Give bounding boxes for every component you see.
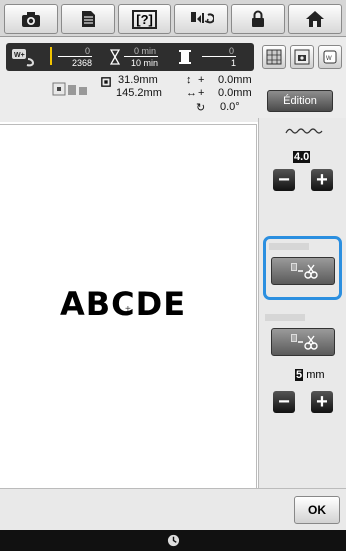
frame-select-button[interactable]: W: [318, 45, 342, 69]
horizontal-arrow-icon: ↔: [186, 87, 197, 99]
status-bar: [0, 530, 346, 551]
embroidery-text: ABCDE: [60, 285, 187, 323]
distance-minus-button[interactable]: −: [273, 391, 295, 413]
jump-stitch-trim-button[interactable]: [271, 257, 335, 285]
camera-icon: [21, 12, 40, 27]
trim-distance-button[interactable]: [271, 328, 335, 356]
time-counter: 0 min 10 min: [124, 46, 158, 68]
home-icon: [306, 11, 325, 27]
home-button[interactable]: [288, 4, 342, 34]
document-button[interactable]: [60, 4, 115, 34]
trim-distance-value: 5 mm: [295, 369, 325, 381]
trim-scissors-icon: [291, 334, 318, 350]
lock-icon: [252, 10, 265, 27]
camera-button[interactable]: [4, 4, 58, 34]
stitch-counter: 0 2368: [58, 46, 92, 68]
info-bar: W+ 0 2368 0 min 10 min 0 1: [6, 43, 254, 71]
help-icon: [?]: [132, 9, 157, 29]
svg-text:W: W: [326, 56, 332, 62]
hoop-size-icon: [52, 82, 87, 96]
lock-button[interactable]: [231, 4, 286, 34]
thread-spool-icon: [179, 50, 191, 64]
size-frame-icon: [101, 77, 111, 87]
trim-scissors-icon: [291, 263, 318, 279]
height-value: 31.9mm: [118, 74, 158, 86]
density-minus-button[interactable]: −: [273, 169, 295, 191]
width-value: 145.2mm: [116, 87, 162, 99]
help-button[interactable]: [?]: [117, 4, 172, 34]
horizontal-offset-sign: +: [198, 87, 205, 99]
pattern-grid-icon: [266, 49, 282, 65]
density-plus-button[interactable]: +: [311, 169, 333, 191]
embroidery-unit-icon: W+: [12, 49, 35, 67]
center-point-icon: +: [125, 304, 131, 315]
color-counter: 0 1: [202, 46, 236, 68]
right-panel: 4.0 − + 5 mm − +: [258, 118, 346, 488]
jump-cut-label-placeholder: [269, 243, 309, 250]
rotation-icon: ↻: [196, 102, 206, 114]
thread-sequence-icon: [191, 12, 215, 24]
distance-plus-button[interactable]: +: [311, 391, 333, 413]
needle-icon: [50, 47, 52, 65]
edit-button[interactable]: Édition: [267, 90, 333, 112]
camera-frame-icon: [294, 49, 310, 65]
horizontal-offset-value: 0.0mm: [218, 87, 252, 99]
hoop-icon: W: [323, 50, 337, 64]
vertical-offset-value: 0.0mm: [218, 74, 252, 86]
svg-text:W+: W+: [14, 52, 25, 59]
layout-button[interactable]: [262, 45, 286, 69]
jump-cut-selection-frame: [263, 236, 342, 300]
thread-sequence-button[interactable]: [174, 4, 229, 34]
document-icon: [81, 11, 95, 27]
rotation-value: 0.0°: [220, 101, 240, 113]
density-value: 4.0: [293, 151, 311, 163]
bottom-bar: OK: [0, 488, 346, 530]
clock-icon: [167, 534, 179, 547]
embroidery-canvas[interactable]: ABCDE +: [0, 124, 257, 488]
camera-view-button[interactable]: [290, 45, 314, 69]
vertical-offset-sign: +: [198, 74, 205, 86]
top-toolbar: [?]: [0, 0, 346, 37]
trim-label-placeholder: [265, 314, 305, 321]
vertical-arrow-icon: ↕: [186, 74, 192, 86]
hourglass-icon: [110, 49, 120, 65]
ok-button[interactable]: OK: [294, 496, 340, 524]
zigzag-stitch-icon: [285, 128, 323, 134]
